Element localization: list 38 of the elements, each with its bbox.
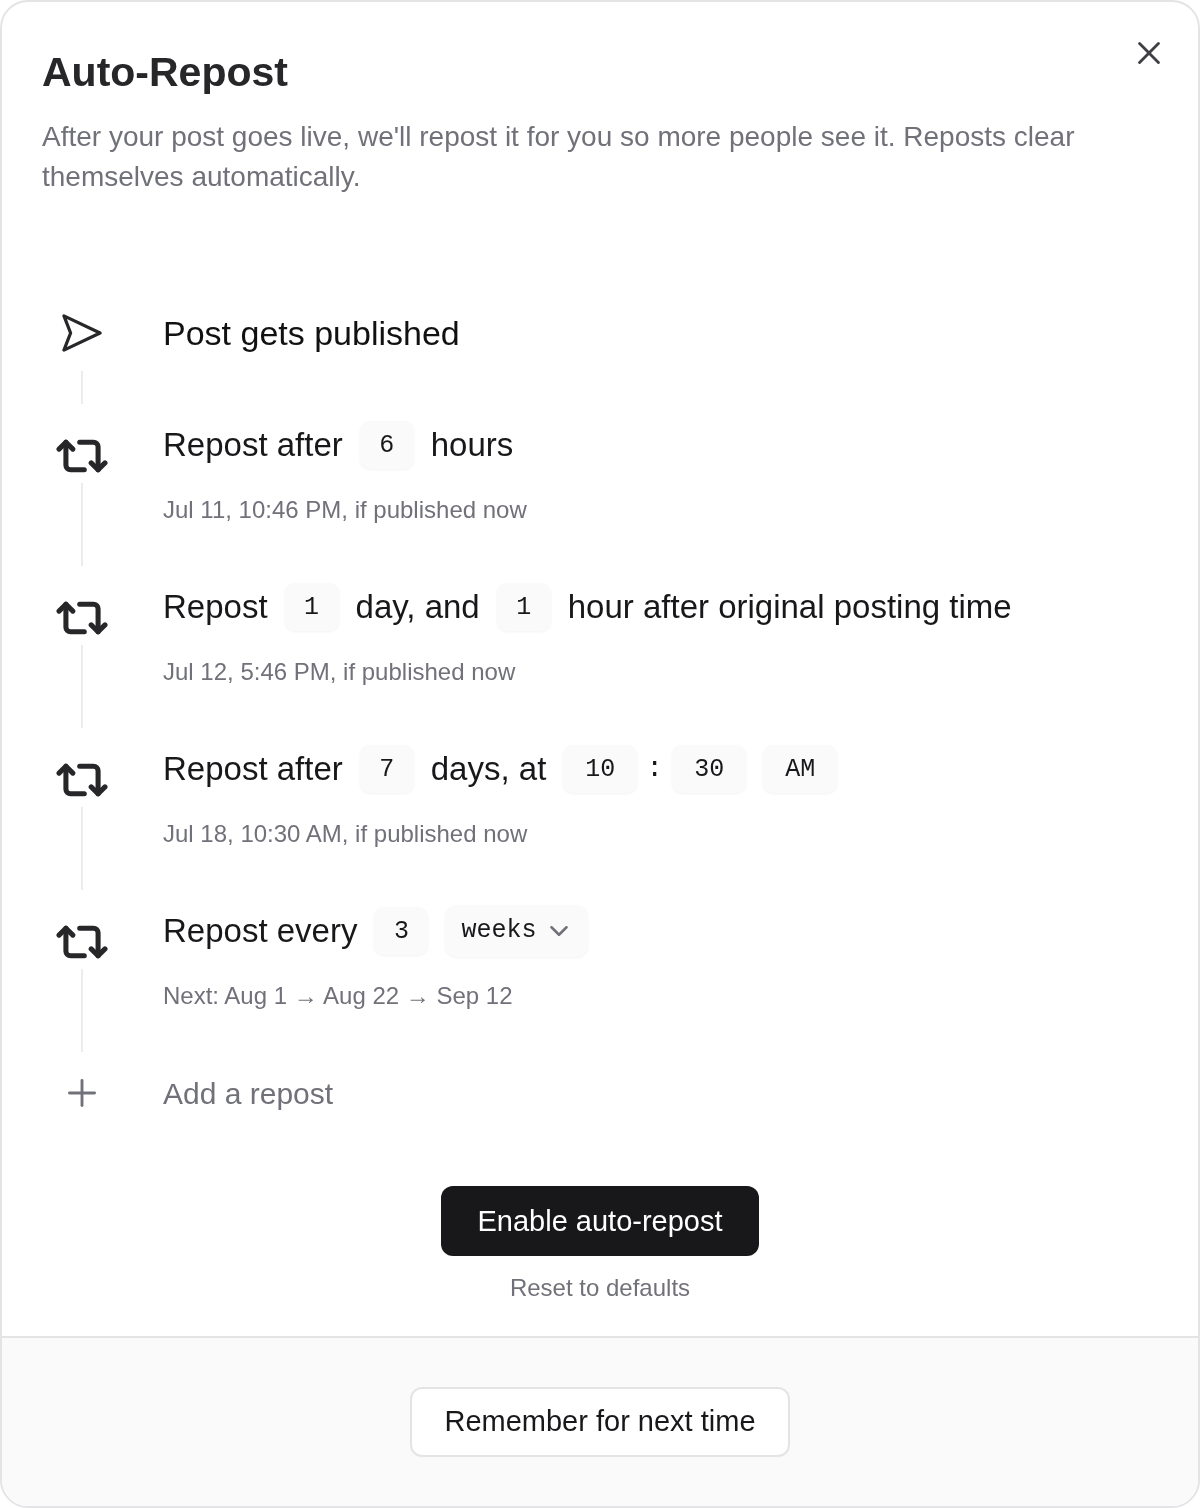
step-title: Post gets published	[163, 312, 460, 354]
time-separator: :	[646, 752, 664, 786]
remember-button[interactable]: Remember for next time	[410, 1387, 790, 1457]
input-field[interactable]: 10	[563, 745, 638, 793]
reset-link[interactable]: Reset to defaults	[509, 1272, 691, 1304]
plus-icon	[68, 1079, 96, 1107]
input-field[interactable]: 3	[374, 907, 429, 955]
schedule-note: Next: Aug 1 → Aug 22 → Sep 12	[163, 981, 513, 1011]
enable-button[interactable]: Enable auto-repost	[441, 1186, 759, 1256]
input-field[interactable]: 1	[496, 583, 551, 631]
step-text: Repost every	[163, 911, 358, 952]
step-text: days, at	[430, 749, 547, 790]
step-text: Repost after	[163, 425, 343, 466]
close-icon	[1138, 42, 1160, 64]
repost-icon	[56, 925, 108, 959]
close-button[interactable]	[1136, 40, 1162, 66]
input-field[interactable]: 7	[359, 745, 414, 793]
dialog-description: After your post goes live, we'll repost it for you so more people see it. Reposts clear themselves automatically.	[42, 120, 1076, 194]
step-text: day, and	[355, 587, 480, 628]
schedule-note: Jul 12, 5:46 PM, if published now	[163, 657, 516, 687]
step-text: Repost	[163, 587, 268, 628]
unit-dropdown[interactable]: weeks	[445, 905, 589, 957]
schedule-note: Jul 18, 10:30 AM, if published now	[163, 819, 528, 849]
add-repost-button[interactable]: Add a repost	[42, 1065, 334, 1121]
send-icon	[62, 314, 102, 352]
repost-icon	[56, 439, 108, 473]
step-text: hours	[430, 425, 514, 466]
repost-icon	[56, 601, 108, 635]
step-text: hour after original posting time	[567, 587, 1012, 628]
input-field[interactable]: 1	[284, 583, 339, 631]
repost-icon	[56, 763, 108, 797]
dialog-title: Auto-Repost	[42, 48, 288, 96]
input-field[interactable]: 6	[359, 421, 414, 469]
step-text: Repost after	[163, 749, 343, 790]
input-field[interactable]: AM	[763, 745, 838, 793]
input-field[interactable]: 30	[672, 745, 747, 793]
schedule-note: Jul 11, 10:46 PM, if published now	[163, 495, 527, 525]
chevron-down-icon	[550, 926, 569, 936]
